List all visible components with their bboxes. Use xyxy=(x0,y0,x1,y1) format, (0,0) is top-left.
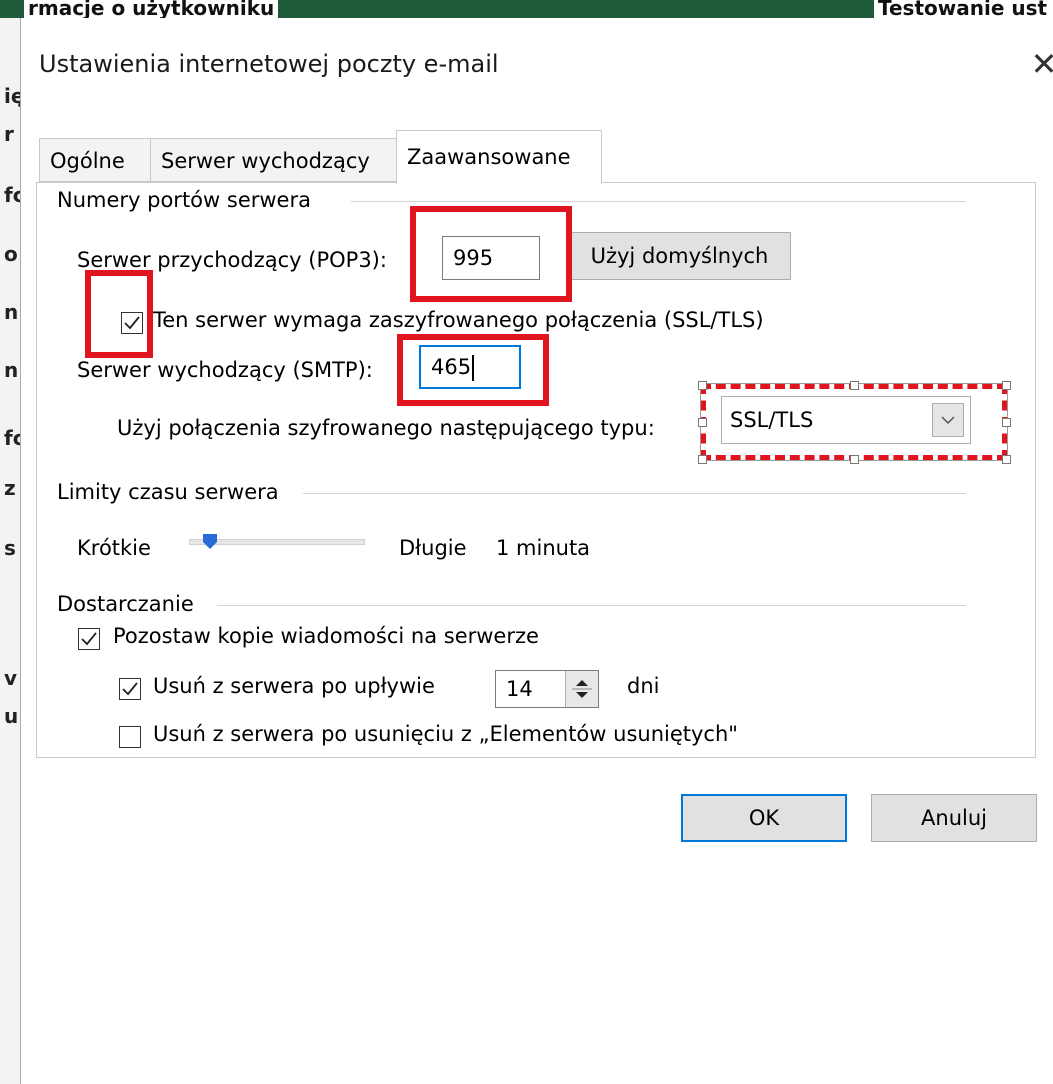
selection-handle xyxy=(1002,418,1011,427)
tab-advanced[interactable]: Zaawansowane xyxy=(396,130,602,184)
outgoing-port-label: Serwer wychodzący (SMTP): xyxy=(77,358,373,382)
remove-after-label: Usuń z serwera po upływie xyxy=(153,674,435,698)
ssl-required-checkbox[interactable] xyxy=(121,312,143,334)
days-unit-label: dni xyxy=(627,674,660,698)
background-fragment: n xyxy=(4,300,19,324)
selection-handle xyxy=(698,418,707,427)
background-test-title: Testowanie ust xyxy=(874,0,1053,18)
slider-thumb-shape xyxy=(203,534,218,549)
remove-deleted-checkbox[interactable] xyxy=(119,726,141,748)
background-fragment: v xyxy=(4,666,18,690)
background-fragment: o xyxy=(4,242,18,266)
tab-label: Ogólne xyxy=(50,149,125,173)
remove-deleted-label: Usuń z serwera po usunięciu z „Elementów… xyxy=(153,722,738,746)
dialog-title: Ustawienia internetowej poczty e-mail xyxy=(39,50,499,78)
outgoing-port-value: 465 xyxy=(431,355,472,379)
selection-handle xyxy=(850,455,859,464)
text-caret xyxy=(472,355,475,381)
remove-after-days-stepper[interactable]: 14 xyxy=(495,670,599,708)
background-section-title: rmacje o użytkowniku xyxy=(24,0,279,18)
checkmark-icon xyxy=(122,682,138,696)
background-fragment: u xyxy=(4,704,19,728)
remove-after-days-value: 14 xyxy=(506,677,533,701)
tab-label: Serwer wychodzący xyxy=(161,149,370,173)
checkmark-icon xyxy=(124,316,140,330)
group-divider xyxy=(217,605,966,606)
checkmark-icon xyxy=(81,632,97,646)
timeout-value-label: 1 minuta xyxy=(496,536,591,560)
use-defaults-button[interactable]: Użyj domyślnych xyxy=(568,232,791,280)
selection-handle xyxy=(1002,381,1011,390)
close-icon: ✕ xyxy=(1030,45,1053,83)
remove-after-checkbox[interactable] xyxy=(119,678,141,700)
encryption-type-label: Użyj połączenia szyfrowanego następujące… xyxy=(117,416,655,440)
selection-handle xyxy=(1002,455,1011,464)
close-button[interactable]: ✕ xyxy=(1024,44,1053,84)
background-fragment: z xyxy=(4,476,16,500)
ports-group-label: Numery portów serwera xyxy=(57,188,311,212)
leave-copy-checkbox[interactable] xyxy=(78,628,100,650)
timeout-slider-thumb[interactable] xyxy=(203,534,218,550)
ssl-required-label: Ten serwer wymaga zaszyfrowanego połącze… xyxy=(153,308,764,332)
up-down-arrows-icon xyxy=(572,680,592,698)
selection-handle xyxy=(850,381,859,390)
incoming-port-label: Serwer przychodzący (POP3): xyxy=(77,248,387,272)
outgoing-port-input[interactable]: 465 xyxy=(419,345,521,389)
ok-button[interactable]: OK xyxy=(681,794,847,842)
selection-handle xyxy=(698,381,707,390)
delivery-group-label: Dostarczanie xyxy=(57,592,194,616)
background-window-left-strip: ię r fc o n n fc z s v u xyxy=(0,18,25,1084)
group-divider xyxy=(303,493,966,494)
cancel-button[interactable]: Anuluj xyxy=(871,794,1037,842)
highlight-encryption-type xyxy=(700,383,1008,461)
background-fragment: r xyxy=(4,122,14,146)
tab-outgoing-server[interactable]: Serwer wychodzący xyxy=(150,138,397,182)
incoming-port-input[interactable]: 995 xyxy=(442,236,540,280)
background-fragment: s xyxy=(4,536,16,560)
tab-label: Zaawansowane xyxy=(407,145,571,169)
leave-copy-label: Pozostaw kopie wiadomości na serwerze xyxy=(113,624,539,648)
timeouts-group-label: Limity czasu serwera xyxy=(57,480,279,504)
stepper-buttons[interactable] xyxy=(565,671,598,707)
tab-general[interactable]: Ogólne xyxy=(39,138,151,182)
selection-handle xyxy=(698,455,707,464)
background-fragment: n xyxy=(4,358,19,382)
timeout-long-label: Długie xyxy=(399,536,467,560)
timeout-short-label: Krótkie xyxy=(77,536,151,560)
group-divider xyxy=(351,201,966,202)
email-settings-dialog: Ustawienia internetowej poczty e-mail ✕ … xyxy=(20,18,1053,1084)
